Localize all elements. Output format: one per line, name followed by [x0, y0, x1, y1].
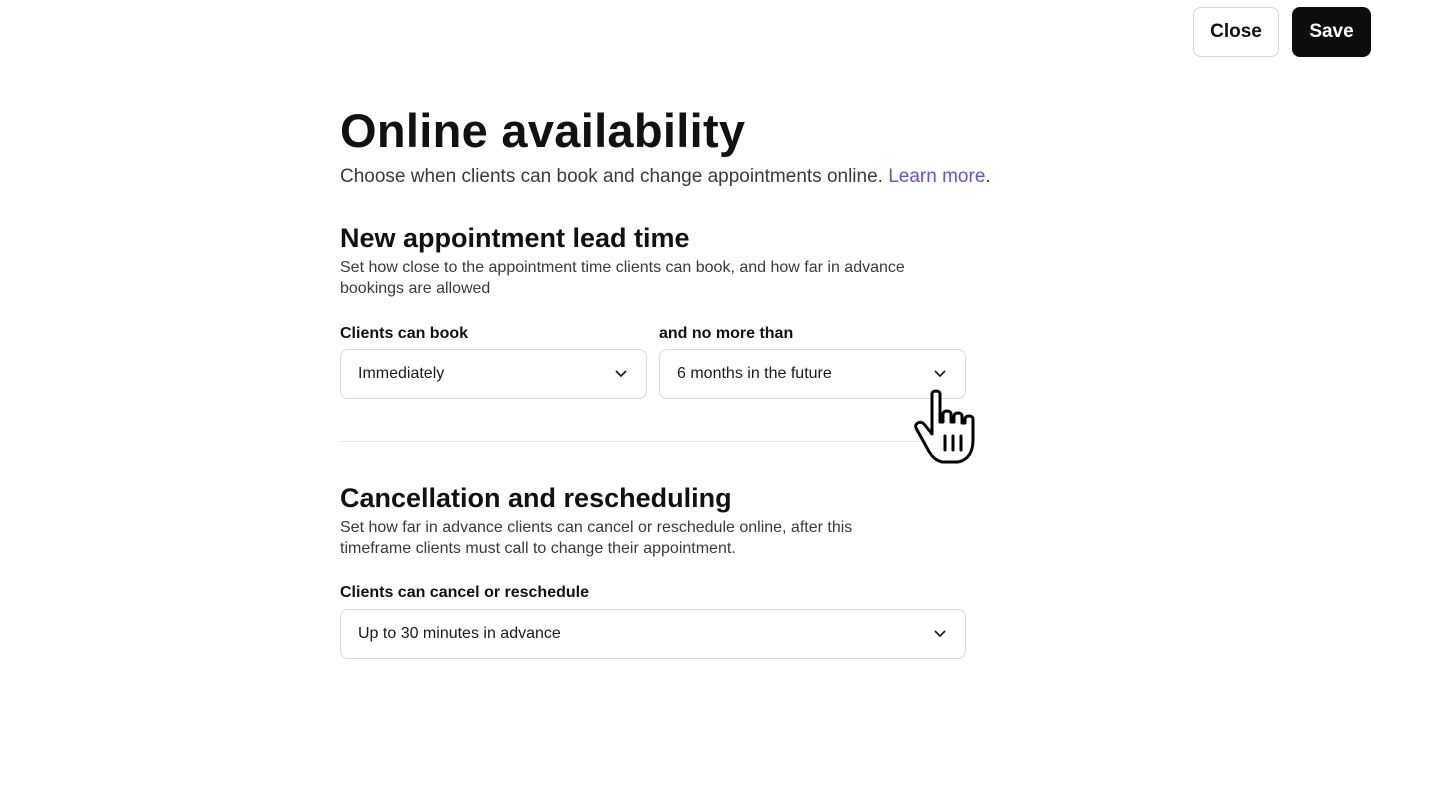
max-lead-time-value: 6 months in the future: [677, 365, 832, 382]
section-divider: [340, 441, 966, 442]
min-lead-time-label: Clients can book: [340, 325, 469, 342]
page-subtitle: Choose when clients can book and change …: [340, 166, 991, 188]
cancellation-value: Up to 30 minutes in advance: [358, 625, 561, 642]
page-title: Online availability: [340, 104, 746, 157]
max-lead-time-select[interactable]: 6 months in the future: [659, 349, 966, 399]
page-subtitle-end: .: [985, 166, 991, 187]
lead-time-description: Set how close to the appointment time cl…: [340, 259, 905, 297]
page-subtitle-text: Choose when clients can book and change …: [340, 166, 883, 187]
chevron-down-icon: [615, 370, 627, 377]
max-lead-time-label: and no more than: [659, 325, 794, 342]
min-lead-time-select[interactable]: Immediately: [340, 349, 647, 399]
cancellation-title: Cancellation and rescheduling: [340, 483, 732, 513]
chevron-down-icon: [934, 370, 946, 377]
cancellation-label: Clients can cancel or reschedule: [340, 584, 589, 601]
lead-time-title: New appointment lead time: [340, 223, 690, 253]
online-availability-page: Close Save Online availability Choose wh…: [0, 0, 1440, 800]
chevron-down-icon: [934, 630, 946, 637]
min-lead-time-value: Immediately: [358, 365, 445, 382]
save-button[interactable]: Save: [1292, 7, 1371, 57]
cancellation-description: Set how far in advance clients can cance…: [340, 519, 853, 557]
cancellation-select[interactable]: Up to 30 minutes in advance: [340, 609, 966, 659]
hand-pointer-cursor-icon: [914, 389, 975, 464]
close-button[interactable]: Close: [1193, 7, 1279, 57]
learn-more-link[interactable]: Learn more: [888, 166, 985, 187]
